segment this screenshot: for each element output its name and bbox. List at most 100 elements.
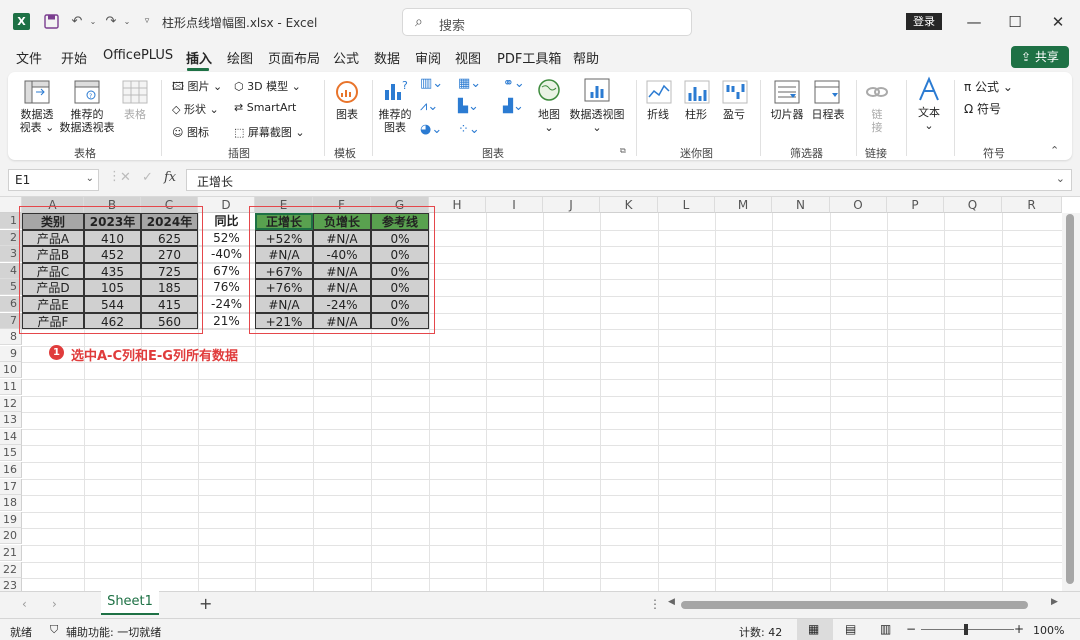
insert-function-icon[interactable]: fx [164,170,176,185]
scroll-right-icon[interactable]: ▶ [1051,597,1058,607]
menu-review[interactable]: 审阅 [415,48,441,67]
statistic-chart-icon[interactable]: ⚭⌄ [503,76,525,91]
horizontal-scroll-thumb[interactable] [681,601,1028,609]
pie-chart-icon[interactable]: ◕⌄ [420,122,442,137]
recommended-charts-icon[interactable]: ? [384,78,410,102]
zoom-slider-thumb[interactable] [964,624,968,635]
pivot-table-label-1: 数据透 [20,108,54,121]
menu-officeplus[interactable]: OfficePLUS [103,48,173,63]
worksheet-grid[interactable] [0,196,1080,591]
link-icon[interactable] [864,80,890,104]
undo-dropdown-icon[interactable]: ⌄ [84,12,102,30]
winloss-sparkline-icon[interactable] [722,80,748,104]
equation-button[interactable]: π 公式 ⌄ [964,78,1013,95]
zoom-out-icon[interactable]: − [906,622,916,636]
menu-insert[interactable]: 插入 [186,48,212,67]
column-sparkline-button[interactable]: 柱形 [680,108,712,121]
recommended-charts-label-1: 推荐的 [378,108,412,121]
table-icon[interactable] [122,80,148,104]
pivot-table-button[interactable]: 数据透 视表 ⌄ [18,108,56,134]
smartart-button[interactable]: ⇄ SmartArt [234,101,296,114]
normal-view-icon[interactable]: ▦ [808,622,819,636]
accessibility-status[interactable]: 辅助功能: 一切就绪 [66,624,161,640]
pivot-table-label-2: 视表 ⌄ [19,121,55,134]
scatter-chart-icon[interactable]: ⁘⌄ [458,122,480,137]
customize-toolbar-icon[interactable]: ▿ [138,12,156,30]
menu-pdf-tools[interactable]: PDF工具箱 [497,48,561,67]
symbol-button[interactable]: Ω 符号 [964,100,1001,117]
combo-chart-icon[interactable]: ▟⌄ [503,99,524,114]
zoom-level[interactable]: 100% [1033,624,1064,637]
recommended-charts-button[interactable]: 推荐的 图表 [378,108,412,134]
text-button[interactable]: 文本 ⌄ [912,106,946,132]
charts-dialog-launcher-icon[interactable]: ⧉ [620,146,626,156]
pivot-table-icon[interactable] [24,80,50,104]
next-sheet-icon[interactable]: › [52,597,57,611]
login-button[interactable]: 登录 [906,13,942,30]
menu-formulas[interactable]: 公式 [333,48,359,67]
close-icon[interactable]: ✕ [1046,10,1070,34]
menu-data[interactable]: 数据 [374,48,400,67]
menu-draw[interactable]: 绘图 [227,48,253,67]
menu-help[interactable]: 帮助 [573,48,599,67]
timeline-icon[interactable] [814,80,840,104]
recommended-pivot-label-1: 推荐的 [70,108,104,121]
icons-button[interactable]: ☺ 图标 [172,124,209,140]
page-layout-icon[interactable]: ▤ [845,622,856,636]
group-illustrations-label: 插图 [228,147,250,160]
slicer-icon[interactable] [774,80,800,104]
group-separator [372,80,373,156]
shapes-button[interactable]: ◇ 形状 ⌄ [172,101,219,117]
chart-template-button[interactable]: 图表 [332,108,362,121]
formula-input[interactable]: 正增长 ⌄ [186,169,1072,191]
column-chart-icon[interactable]: ▥⌄ [420,76,443,91]
hierarchy-chart-icon[interactable]: ▦⌄ [458,76,481,91]
cancel-icon[interactable]: ✕ [120,170,131,185]
menu-home[interactable]: 开始 [61,48,87,67]
maps-button[interactable]: 地图 ⌄ [534,108,564,134]
sheet-tab-sheet1[interactable]: Sheet1 [101,591,159,615]
menu-file[interactable]: 文件 [16,48,42,67]
recommended-pivot-icon[interactable]: ? [74,80,100,104]
collapse-ribbon-icon[interactable]: ⌃ [1050,144,1059,157]
add-sheet-button[interactable]: + [199,594,212,613]
formula-controls: ⋮ ✕ ✓ fx [104,169,184,191]
confirm-icon[interactable]: ✓ [142,170,153,185]
map-icon[interactable] [536,78,562,102]
redo-dropdown-icon[interactable]: ⌄ [118,12,136,30]
pivot-chart-button[interactable]: 数据透视图 ⌄ [568,108,626,134]
column-sparkline-icon[interactable] [684,80,710,104]
minimize-icon[interactable]: — [962,10,986,34]
pivot-chart-icon[interactable] [584,78,610,102]
expand-formula-icon[interactable]: ⌄ [1056,172,1065,185]
prev-sheet-icon[interactable]: ‹ [22,597,27,611]
vertical-scroll-thumb[interactable] [1066,214,1074,584]
line-sparkline-icon[interactable] [646,80,672,104]
pictures-button[interactable]: 🖾 图片 ⌄ [172,78,222,97]
save-icon[interactable] [42,12,60,30]
text-icon[interactable] [916,76,942,101]
page-break-icon[interactable]: ▥ [880,622,891,636]
winloss-sparkline-button[interactable]: 盈亏 [718,108,750,121]
menu-page-layout[interactable]: 页面布局 [268,48,320,67]
menu-view[interactable]: 视图 [455,48,481,67]
name-box[interactable]: E1 ⌄ [8,169,99,191]
share-button[interactable]: ⇪ 共享 [1011,46,1069,68]
zoom-in-icon[interactable]: + [1014,622,1024,636]
maximize-icon[interactable]: ☐ [1003,10,1027,34]
more-options-icon[interactable]: ⋮ [649,597,661,611]
waterfall-chart-icon[interactable]: ▙⌄ [458,99,479,114]
table-button[interactable]: 表格 [120,108,150,121]
chart-template-icon[interactable] [334,80,360,104]
slicer-button[interactable]: 切片器 [766,108,808,121]
scroll-left-icon[interactable]: ◀ [668,597,675,607]
search-input[interactable]: ⌕ 搜索 [402,8,692,36]
3d-models-button[interactable]: ⬡ 3D 模型 ⌄ [234,78,301,94]
screenshot-button[interactable]: ⬚ 屏幕截图 ⌄ [234,124,305,140]
timeline-button[interactable]: 日程表 [808,108,848,121]
line-chart-icon[interactable]: ⩘⌄ [420,99,438,114]
line-sparkline-button[interactable]: 折线 [642,108,674,121]
link-button[interactable]: 链接 [866,108,888,134]
chevron-down-icon[interactable]: ⌄ [86,173,94,184]
recommended-pivot-button[interactable]: 推荐的 数据透视表 [58,108,116,134]
